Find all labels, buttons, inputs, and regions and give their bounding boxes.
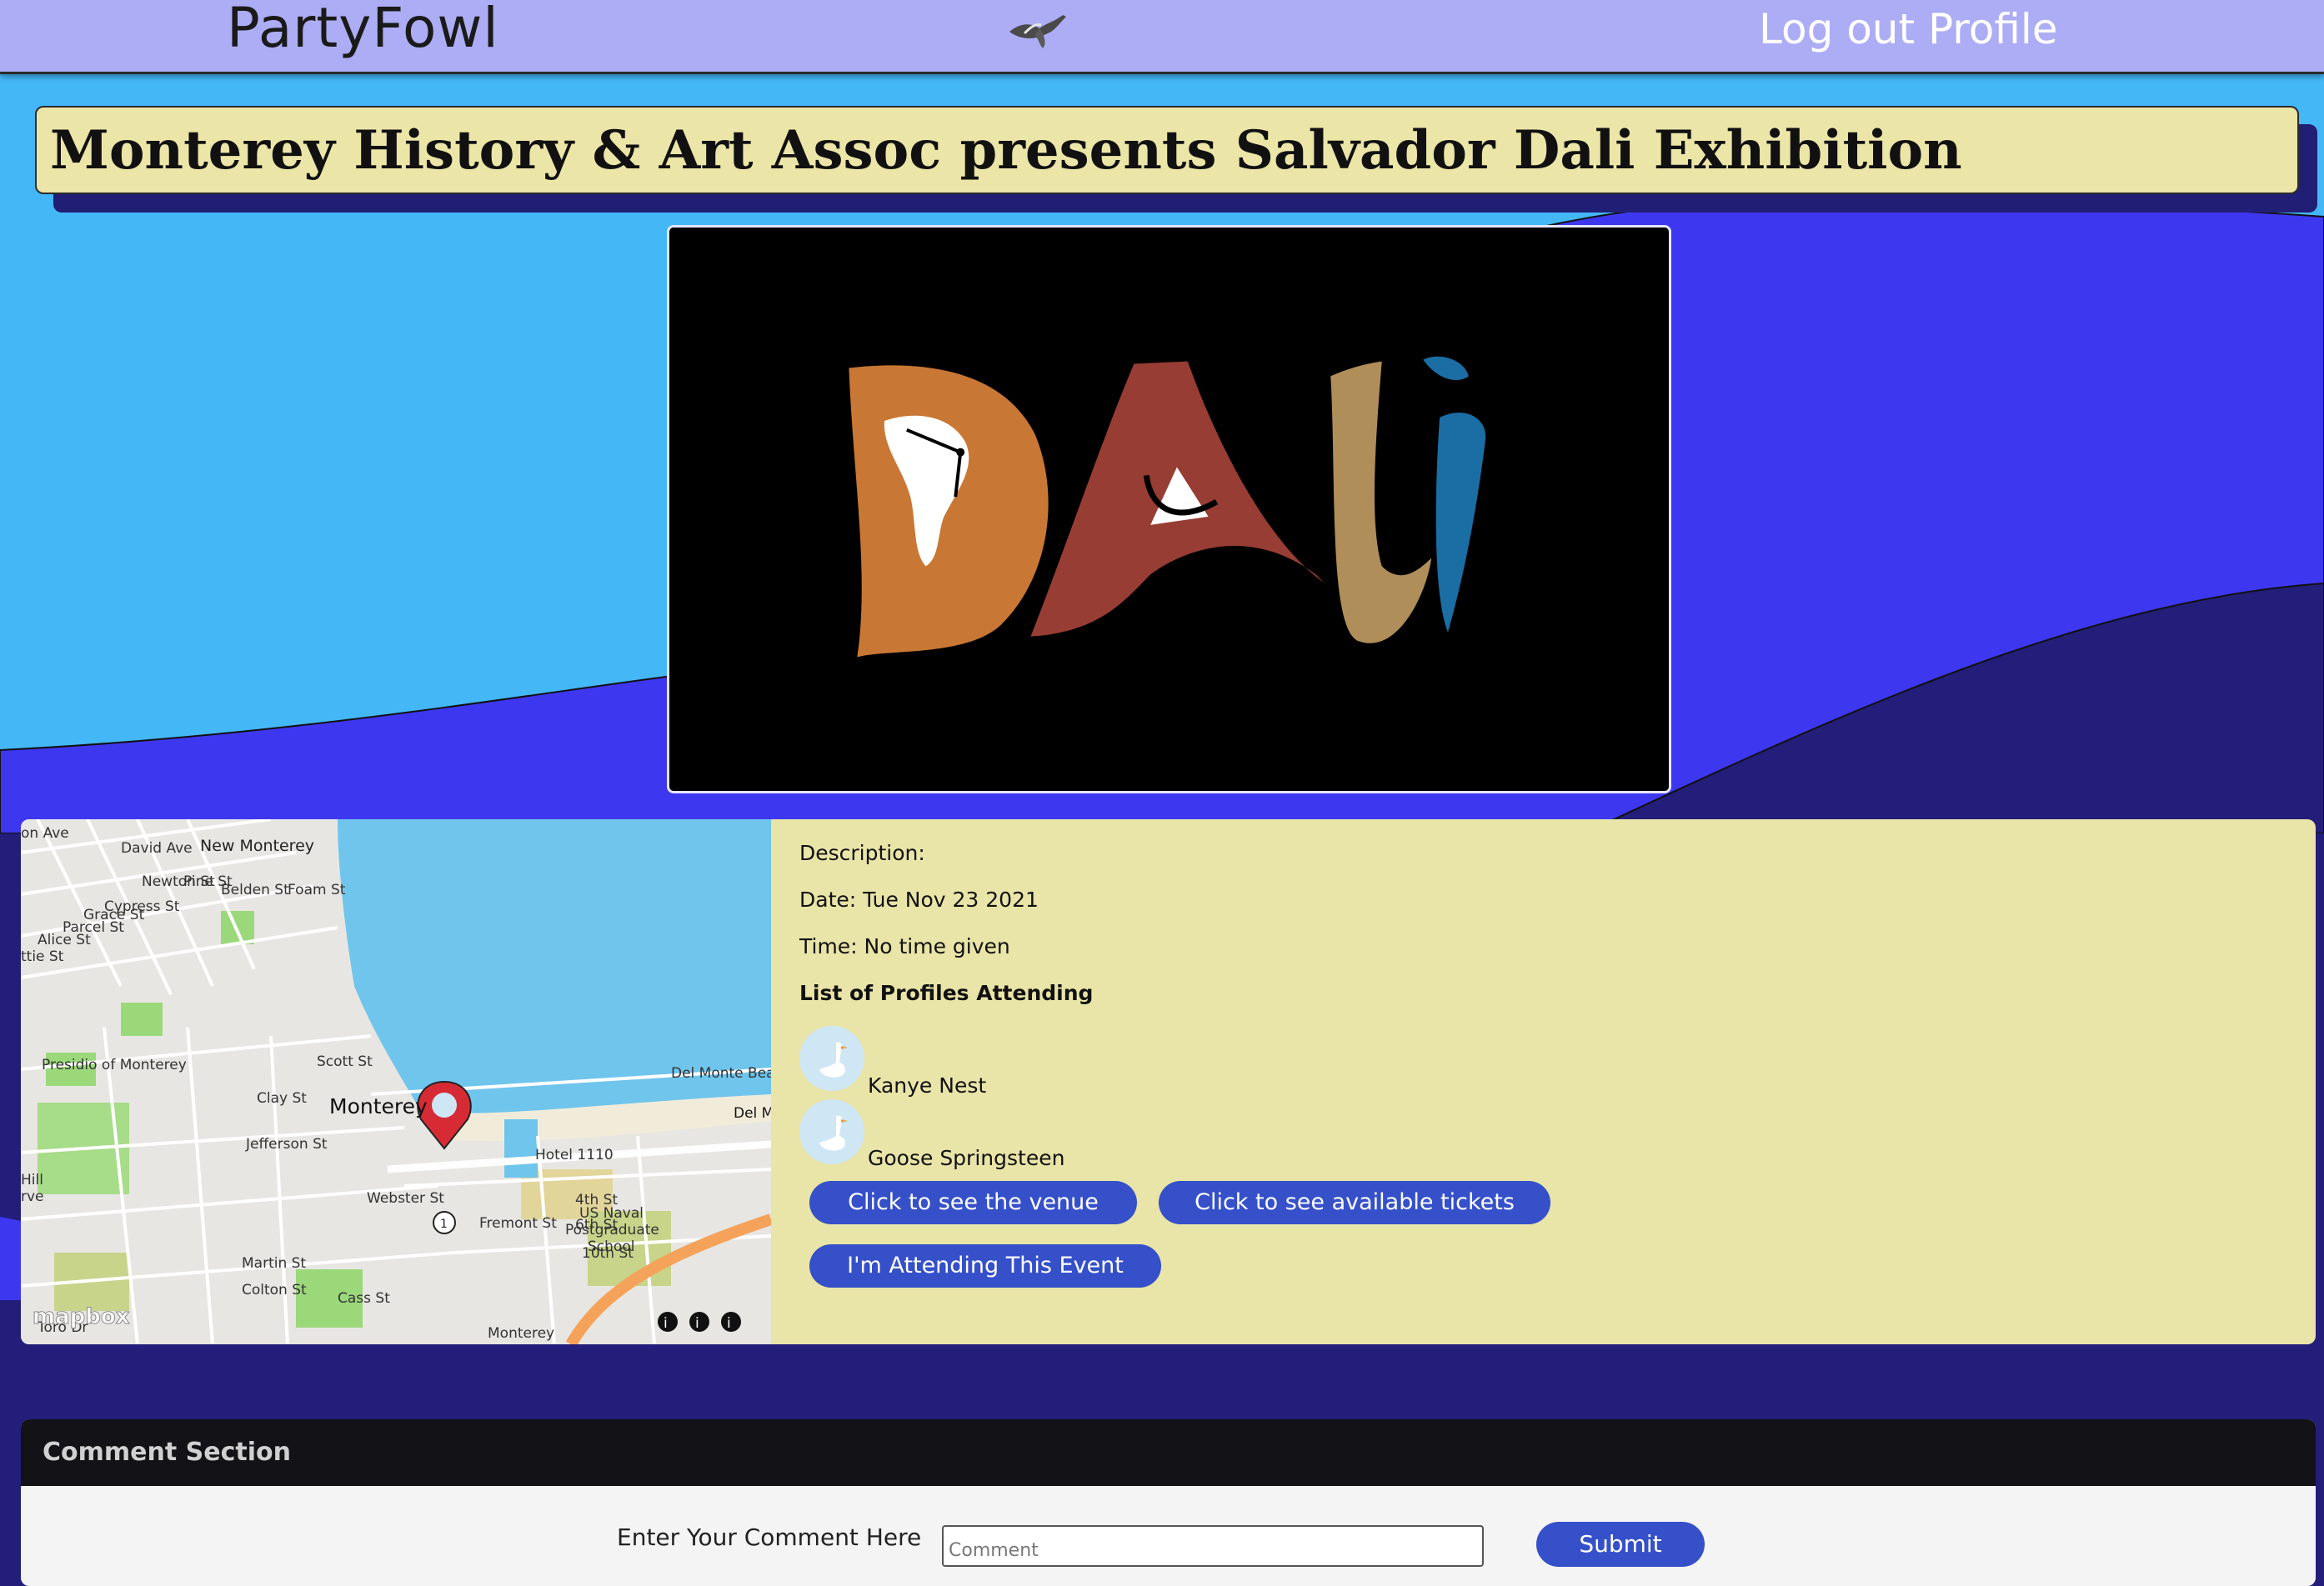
event-date: Date: Tue Nov 23 2021 bbox=[799, 888, 1039, 912]
svg-text:on Ave: on Ave bbox=[21, 825, 69, 842]
map-canvas[interactable]: New Monterey Presidio of Monterey Monter… bbox=[21, 819, 771, 1344]
brand-logo[interactable]: PartyFowl bbox=[227, 0, 499, 62]
event-time: Time: No time given bbox=[799, 934, 1010, 958]
svg-text:Alice St: Alice St bbox=[38, 932, 91, 948]
brand-name: PartyFowl bbox=[227, 0, 499, 60]
event-map[interactable]: New Monterey Presidio of Monterey Monter… bbox=[21, 819, 771, 1344]
svg-text:i: i bbox=[727, 1315, 731, 1332]
svg-text:Foam St: Foam St bbox=[288, 882, 346, 898]
goose-avatar-icon bbox=[799, 1026, 864, 1091]
svg-text:ttie St: ttie St bbox=[21, 948, 64, 965]
comment-section: Comment Section Enter Your Comment Here … bbox=[21, 1419, 2316, 1586]
top-nav: PartyFowl Log out Profile bbox=[0, 0, 2324, 74]
svg-text:Webster St: Webster St bbox=[367, 1190, 444, 1207]
svg-text:Colton St: Colton St bbox=[242, 1282, 307, 1298]
svg-text:Hill: Hill bbox=[21, 1172, 43, 1188]
event-details-panel: New Monterey Presidio of Monterey Monter… bbox=[21, 819, 2316, 1344]
comment-section-heading: Comment Section bbox=[21, 1419, 2316, 1486]
comment-input[interactable] bbox=[942, 1525, 1484, 1567]
svg-text:10th St: 10th St bbox=[582, 1245, 634, 1262]
svg-text:i: i bbox=[664, 1315, 668, 1332]
svg-text:Martin St: Martin St bbox=[242, 1255, 306, 1272]
profile-link[interactable]: Profile bbox=[1928, 5, 2057, 53]
svg-text:New Monterey: New Monterey bbox=[200, 837, 314, 855]
attendee-name[interactable]: Goose Springsteen bbox=[868, 1146, 1064, 1170]
svg-text:Presidio of Monterey: Presidio of Monterey bbox=[42, 1057, 187, 1073]
map-info-icons[interactable]: i i i bbox=[658, 1312, 741, 1332]
svg-text:1: 1 bbox=[440, 1218, 448, 1231]
logout-link[interactable]: Log out bbox=[1759, 5, 1915, 53]
comment-label: Enter Your Comment Here bbox=[617, 1523, 922, 1551]
attendee-name[interactable]: Kanye Nest bbox=[868, 1073, 986, 1098]
dali-artwork bbox=[671, 228, 1667, 791]
map-attribution: mapbox bbox=[33, 1304, 130, 1329]
see-venue-button[interactable]: Click to see the venue bbox=[809, 1181, 1137, 1224]
goose-icon bbox=[1009, 15, 1066, 48]
svg-text:Monterey: Monterey bbox=[488, 1325, 554, 1342]
svg-text:i: i bbox=[695, 1315, 699, 1332]
see-tickets-button[interactable]: Click to see available tickets bbox=[1159, 1181, 1550, 1224]
avatar[interactable] bbox=[799, 1099, 864, 1164]
nav-links: Log out Profile bbox=[1759, 0, 2057, 58]
attending-button[interactable]: I'm Attending This Event bbox=[809, 1244, 1161, 1288]
attendees-heading: List of Profiles Attending bbox=[799, 981, 1094, 1005]
event-description: Description: bbox=[799, 841, 925, 865]
svg-text:Clay St: Clay St bbox=[257, 1090, 307, 1107]
svg-text:Fremont St: Fremont St bbox=[479, 1215, 557, 1232]
svg-text:Belden St: Belden St bbox=[221, 882, 289, 898]
event-title: Monterey History & Art Assoc presents Sa… bbox=[50, 119, 1962, 182]
event-hero-image bbox=[667, 225, 1671, 793]
svg-text:6th St: 6th St bbox=[575, 1217, 618, 1233]
event-title-banner: Monterey History & Art Assoc presents Sa… bbox=[35, 106, 2299, 194]
svg-text:Del M: Del M bbox=[734, 1105, 771, 1122]
svg-text:Hotel 1110: Hotel 1110 bbox=[535, 1147, 614, 1163]
svg-text:Cass St: Cass St bbox=[338, 1290, 390, 1307]
goose-avatar-icon bbox=[799, 1099, 864, 1164]
svg-text:Scott St: Scott St bbox=[317, 1053, 373, 1070]
avatar[interactable] bbox=[799, 1026, 864, 1091]
svg-text:Jefferson St: Jefferson St bbox=[245, 1136, 328, 1153]
event-info: Description: Date: Tue Nov 23 2021 Time:… bbox=[799, 819, 2300, 1344]
svg-text:Monterey: Monterey bbox=[329, 1094, 428, 1118]
svg-text:rve: rve bbox=[21, 1188, 44, 1205]
svg-text:Del Monte Bea: Del Monte Bea bbox=[671, 1065, 771, 1082]
svg-text:David Ave: David Ave bbox=[121, 840, 193, 857]
